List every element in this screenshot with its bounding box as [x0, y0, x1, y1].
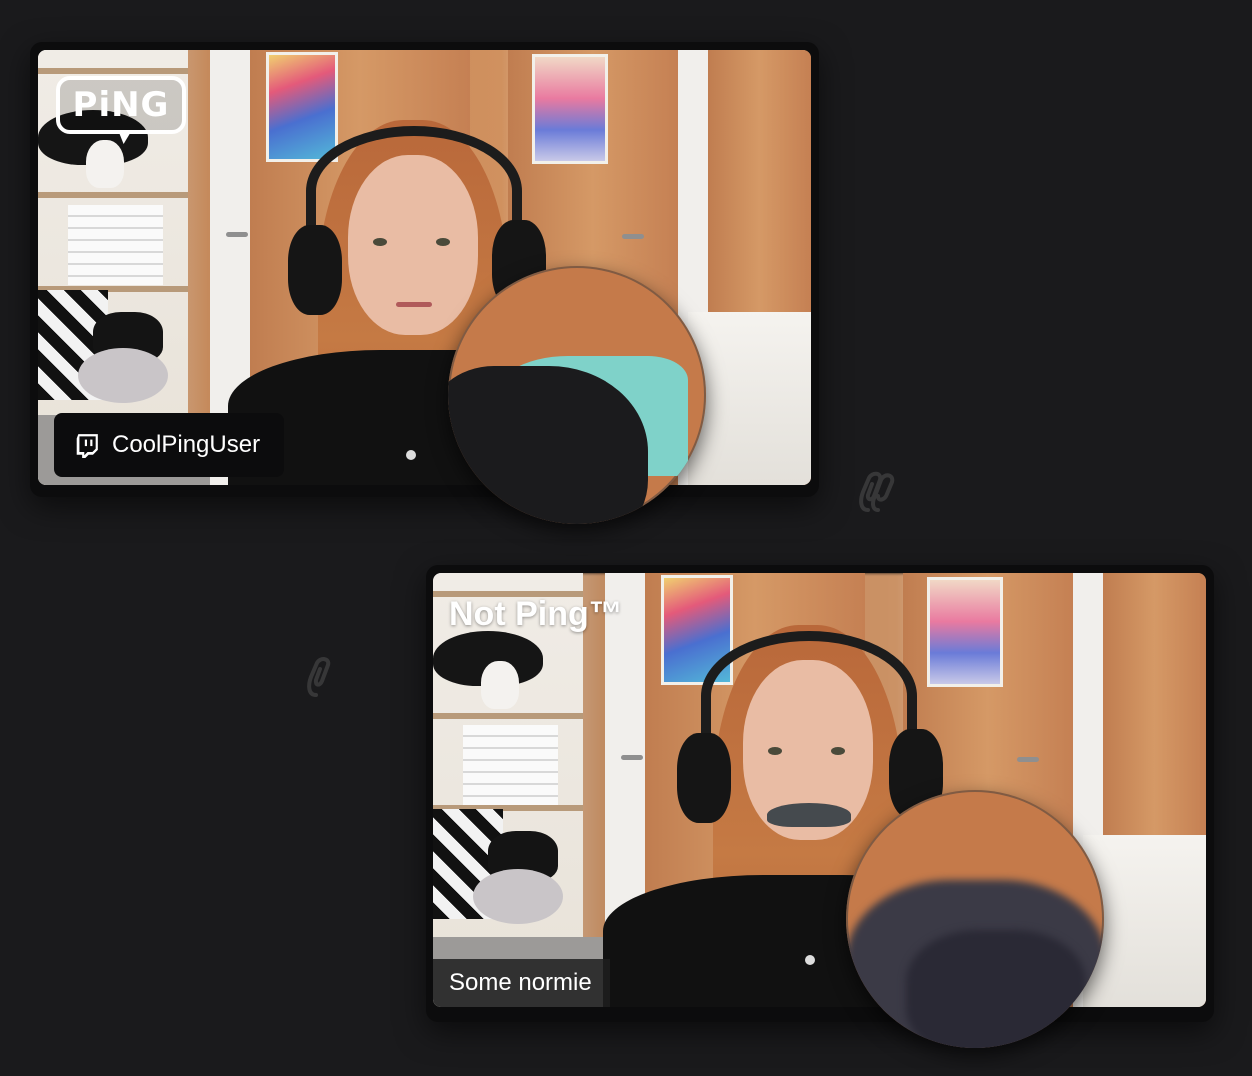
username-label: Some normie: [449, 969, 592, 996]
mustache-filter: [767, 803, 851, 827]
ping-video-tile: PiNG CoolPingUser: [30, 42, 819, 524]
twitch-icon: [76, 434, 98, 458]
username-tag: CoolPingUser: [54, 413, 285, 477]
username-tag: Some normie: [433, 959, 610, 1007]
paperclip-icon: [859, 471, 895, 512]
paperclip-icon: [307, 657, 331, 697]
zoom-magnifier: [846, 790, 1104, 1048]
shelf: [433, 573, 613, 1007]
not-ping-brand: Not Ping™: [449, 595, 623, 633]
username-label: CoolPingUser: [112, 431, 261, 458]
comparison-video-tile: Not Ping™ Some normie: [426, 565, 1214, 1048]
ping-logo: PiNG: [56, 76, 186, 144]
zoom-magnifier: [448, 266, 706, 524]
